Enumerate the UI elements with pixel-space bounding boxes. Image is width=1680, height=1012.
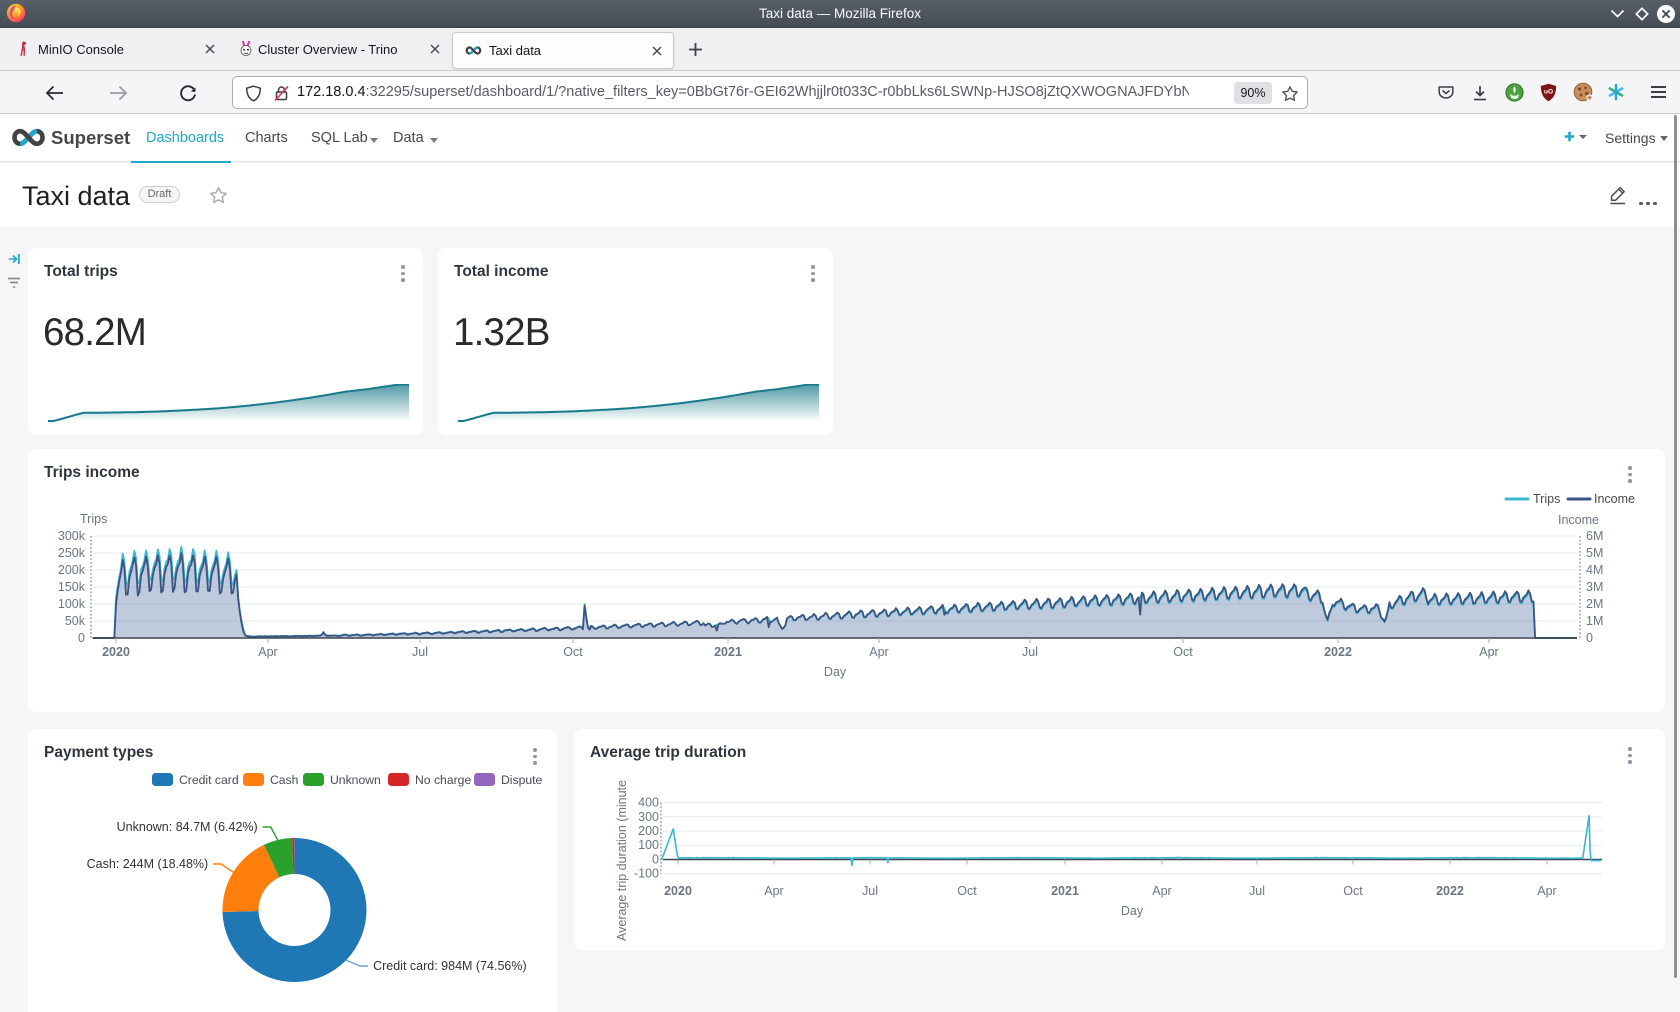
svg-text:300k: 300k (58, 529, 86, 543)
svg-text:0: 0 (652, 853, 659, 867)
svg-text:150k: 150k (58, 580, 86, 594)
svg-text:Average trip duration (minute: Average trip duration (minute (615, 780, 629, 941)
svg-text:Trips: Trips (80, 512, 107, 526)
svg-text:Unknown: 84.7M (6.42%): Unknown: 84.7M (6.42%) (117, 820, 258, 834)
svg-text:Credit card: 984M (74.56%): Credit card: 984M (74.56%) (373, 959, 527, 973)
svg-text:100k: 100k (58, 597, 86, 611)
svg-text:2021: 2021 (1051, 884, 1079, 898)
svg-text:Day: Day (1121, 904, 1144, 918)
svg-text:Oct: Oct (1173, 645, 1193, 659)
svg-text:Income: Income (1594, 492, 1635, 506)
svg-text:6M: 6M (1586, 529, 1603, 543)
svg-text:3M: 3M (1586, 580, 1603, 594)
svg-text:200k: 200k (58, 563, 86, 577)
svg-text:5M: 5M (1586, 546, 1603, 560)
svg-text:Oct: Oct (957, 884, 977, 898)
svg-text:Trips: Trips (1533, 492, 1560, 506)
svg-text:-100: -100 (634, 867, 659, 881)
svg-text:2021: 2021 (714, 645, 742, 659)
svg-text:Oct: Oct (563, 645, 583, 659)
svg-text:250k: 250k (58, 546, 86, 560)
svg-text:Unknown: Unknown (330, 773, 381, 787)
svg-text:Income: Income (1558, 513, 1599, 527)
svg-text:Apr: Apr (1537, 884, 1556, 898)
svg-text:300: 300 (638, 810, 659, 824)
svg-text:0: 0 (1586, 631, 1593, 645)
svg-text:50k: 50k (65, 614, 86, 628)
svg-text:0: 0 (78, 631, 85, 645)
svg-text:Oct: Oct (1343, 884, 1363, 898)
svg-text:Apr: Apr (1479, 645, 1498, 659)
svg-text:2022: 2022 (1324, 645, 1352, 659)
svg-text:2M: 2M (1586, 597, 1603, 611)
svg-text:Cash: Cash (270, 773, 298, 787)
svg-text:2022: 2022 (1436, 884, 1464, 898)
svg-text:2020: 2020 (102, 645, 130, 659)
svg-text:Apr: Apr (1152, 884, 1171, 898)
svg-text:200: 200 (638, 824, 659, 838)
svg-text:400: 400 (638, 796, 659, 810)
svg-text:Apr: Apr (764, 884, 783, 898)
svg-text:2020: 2020 (664, 884, 692, 898)
svg-text:Jul: Jul (1022, 645, 1038, 659)
svg-text:1M: 1M (1586, 614, 1603, 628)
svg-text:Apr: Apr (258, 645, 277, 659)
svg-text:Jul: Jul (862, 884, 878, 898)
svg-text:4M: 4M (1586, 563, 1603, 577)
svg-text:No charge: No charge (415, 773, 471, 787)
svg-text:Dispute: Dispute (501, 773, 543, 787)
svg-text:Jul: Jul (1249, 884, 1265, 898)
svg-text:Apr: Apr (869, 645, 888, 659)
svg-text:Day: Day (824, 665, 847, 679)
svg-text:Jul: Jul (412, 645, 428, 659)
svg-text:Credit card: Credit card (179, 773, 239, 787)
svg-text:100: 100 (638, 838, 659, 852)
svg-text:uO: uO (1544, 89, 1553, 96)
svg-text:Cash: 244M (18.48%): Cash: 244M (18.48%) (87, 857, 209, 871)
